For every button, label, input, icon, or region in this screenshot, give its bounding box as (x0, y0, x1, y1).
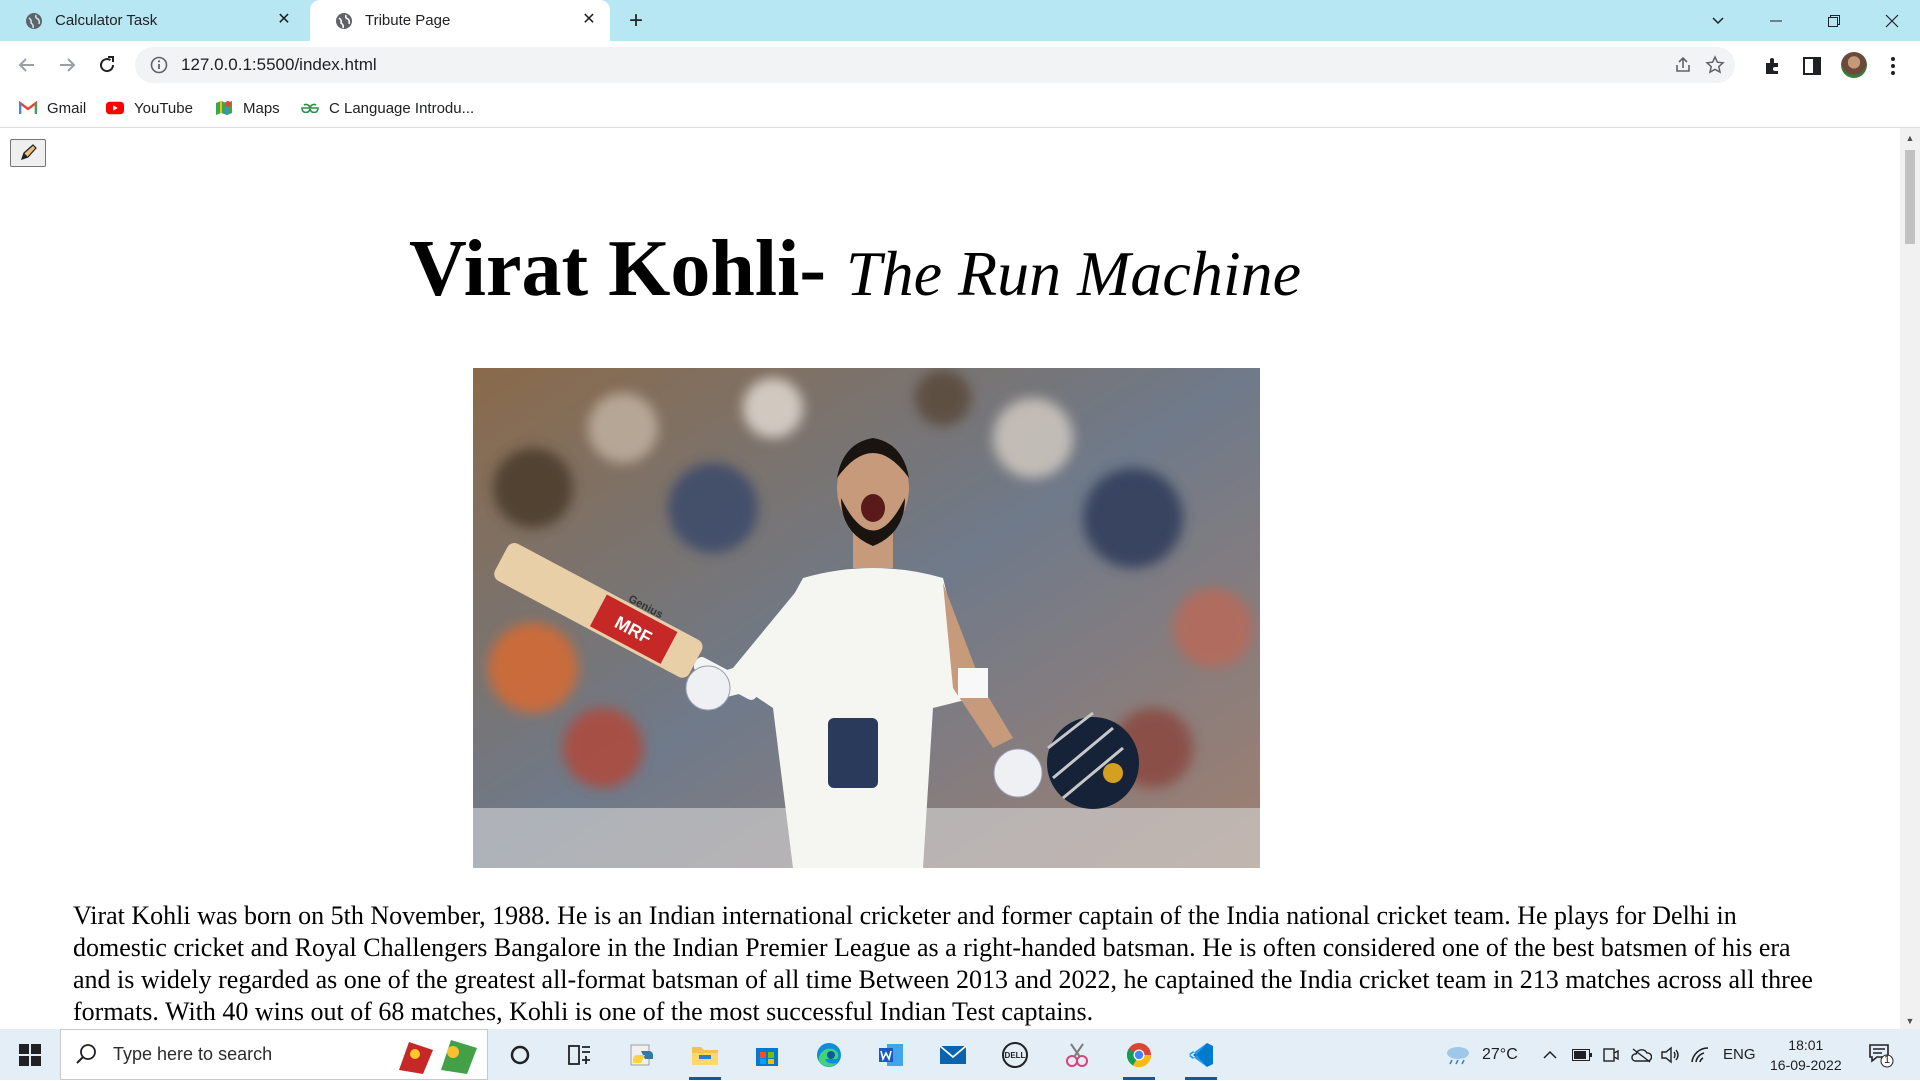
bookmark-star-icon[interactable] (1705, 55, 1725, 75)
battery-icon[interactable] (1572, 1029, 1592, 1080)
pencil-icon (21, 144, 37, 160)
dell-icon[interactable]: DELL (995, 1035, 1035, 1075)
theme-toggle-button[interactable] (10, 139, 46, 167)
windows-logo-icon (19, 1043, 41, 1066)
tab-search-icon[interactable] (1690, 0, 1746, 41)
task-view-icon[interactable] (560, 1035, 600, 1075)
tab-title: Tribute Page (365, 12, 451, 29)
tab-calculator-task[interactable]: Calculator Task ✕ (0, 0, 305, 41)
chrome-icon[interactable] (1119, 1035, 1159, 1080)
file-explorer-icon[interactable] (685, 1035, 725, 1080)
address-bar[interactable]: 127.0.0.1:5500/index.html (135, 47, 1735, 83)
vscode-icon[interactable] (1181, 1035, 1221, 1080)
scroll-up-arrow-icon[interactable]: ▲ (1905, 133, 1915, 143)
bookmark-label: C Language Introdu... (329, 99, 475, 117)
title-subtitle: The Run Machine (846, 238, 1301, 309)
title-main: Virat Kohli- (409, 225, 826, 313)
bookmark-youtube[interactable]: YouTube (106, 98, 193, 118)
menu-kebab-icon[interactable] (1882, 55, 1904, 77)
url-text: 127.0.0.1:5500/index.html (181, 55, 377, 74)
mail-icon[interactable] (933, 1035, 973, 1075)
bookmark-label: Maps (243, 99, 280, 117)
gmail-icon (19, 100, 37, 116)
extensions-icon[interactable] (1762, 55, 1784, 77)
search-highlight-illustration (393, 1036, 485, 1076)
search-icon (75, 1043, 99, 1067)
browser-tab-strip: Calculator Task ✕ Tribute Page ✕ + (0, 0, 1920, 41)
weather-widget[interactable]: 27°C (1444, 1029, 1518, 1080)
bookmarks-bar: Gmail YouTube Maps C Language Introdu... (0, 89, 1920, 128)
clock-date: 16-09-2022 (1770, 1056, 1842, 1073)
weather-temperature: 27°C (1482, 1045, 1518, 1063)
site-info-icon[interactable] (149, 55, 169, 75)
windows-taskbar: Type here to search DELL 27°C ENG 18:01 … (0, 1029, 1920, 1080)
share-icon[interactable] (1673, 55, 1693, 75)
hero-image: MRF Genius (473, 368, 1260, 868)
back-button[interactable] (13, 51, 41, 79)
word-icon[interactable] (871, 1035, 911, 1075)
clock[interactable]: 18:01 16-09-2022 (1770, 1029, 1842, 1080)
onedrive-icon[interactable] (1630, 1029, 1652, 1080)
globe-icon (25, 12, 43, 30)
volume-icon[interactable] (1660, 1029, 1680, 1080)
profile-avatar[interactable] (1841, 52, 1867, 78)
bookmark-label: Gmail (47, 99, 87, 117)
snipping-tool-icon[interactable] (1057, 1035, 1097, 1075)
notification-count: 1 (1883, 1054, 1891, 1066)
side-panel-icon[interactable] (1801, 55, 1823, 77)
maps-icon (215, 100, 233, 116)
cortana-icon[interactable] (500, 1035, 540, 1075)
svg-text:DELL: DELL (1005, 1051, 1026, 1060)
geeksforgeeks-icon (301, 100, 319, 116)
language-label: ENG (1723, 1046, 1756, 1063)
clock-time: 18:01 (1788, 1036, 1824, 1053)
scroll-thumb[interactable] (1905, 150, 1915, 244)
reload-button[interactable] (93, 51, 121, 79)
python-icon[interactable] (623, 1035, 663, 1075)
wifi-icon[interactable] (1690, 1029, 1710, 1080)
close-window-button[interactable] (1864, 0, 1920, 41)
bookmark-gmail[interactable]: Gmail (19, 98, 86, 118)
close-tab-icon[interactable]: ✕ (580, 11, 598, 29)
restore-button[interactable] (1806, 0, 1862, 41)
bookmark-maps[interactable]: Maps (215, 98, 280, 118)
bio-paragraph: Virat Kohli was born on 5th November, 19… (73, 901, 1813, 1026)
forward-button[interactable] (53, 51, 81, 79)
minimize-button[interactable] (1748, 0, 1804, 41)
meet-now-icon[interactable] (1602, 1029, 1620, 1080)
page-viewport: Virat Kohli- The Run Machine MRF Genius … (0, 128, 1900, 1029)
page-title: Virat Kohli- The Run Machine (0, 224, 1710, 315)
start-button[interactable] (0, 1029, 60, 1080)
weather-rain-icon (1447, 1046, 1469, 1064)
tab-title: Calculator Task (55, 12, 158, 29)
scroll-down-arrow-icon[interactable]: ▼ (1905, 1016, 1915, 1026)
bookmark-label: YouTube (134, 99, 193, 117)
microsoft-store-icon[interactable] (747, 1035, 787, 1075)
edge-icon[interactable] (809, 1035, 849, 1075)
language-indicator[interactable]: ENG (1723, 1029, 1756, 1080)
close-tab-icon[interactable]: ✕ (275, 11, 293, 29)
page-scrollbar[interactable]: ▲ ▼ (1900, 128, 1920, 1029)
browser-toolbar: 127.0.0.1:5500/index.html (0, 41, 1920, 89)
search-placeholder: Type here to search (113, 1044, 273, 1064)
show-hidden-icons-icon[interactable] (1543, 1029, 1557, 1080)
notification-center-button[interactable]: 1 (1868, 1029, 1894, 1080)
new-tab-button[interactable]: + (622, 7, 650, 35)
youtube-icon (106, 100, 124, 116)
bookmark-c-language[interactable]: C Language Introdu... (301, 98, 474, 118)
taskbar-search-box[interactable]: Type here to search (60, 1029, 488, 1080)
tab-tribute-page[interactable]: Tribute Page ✕ (310, 0, 610, 41)
globe-icon (335, 12, 353, 30)
